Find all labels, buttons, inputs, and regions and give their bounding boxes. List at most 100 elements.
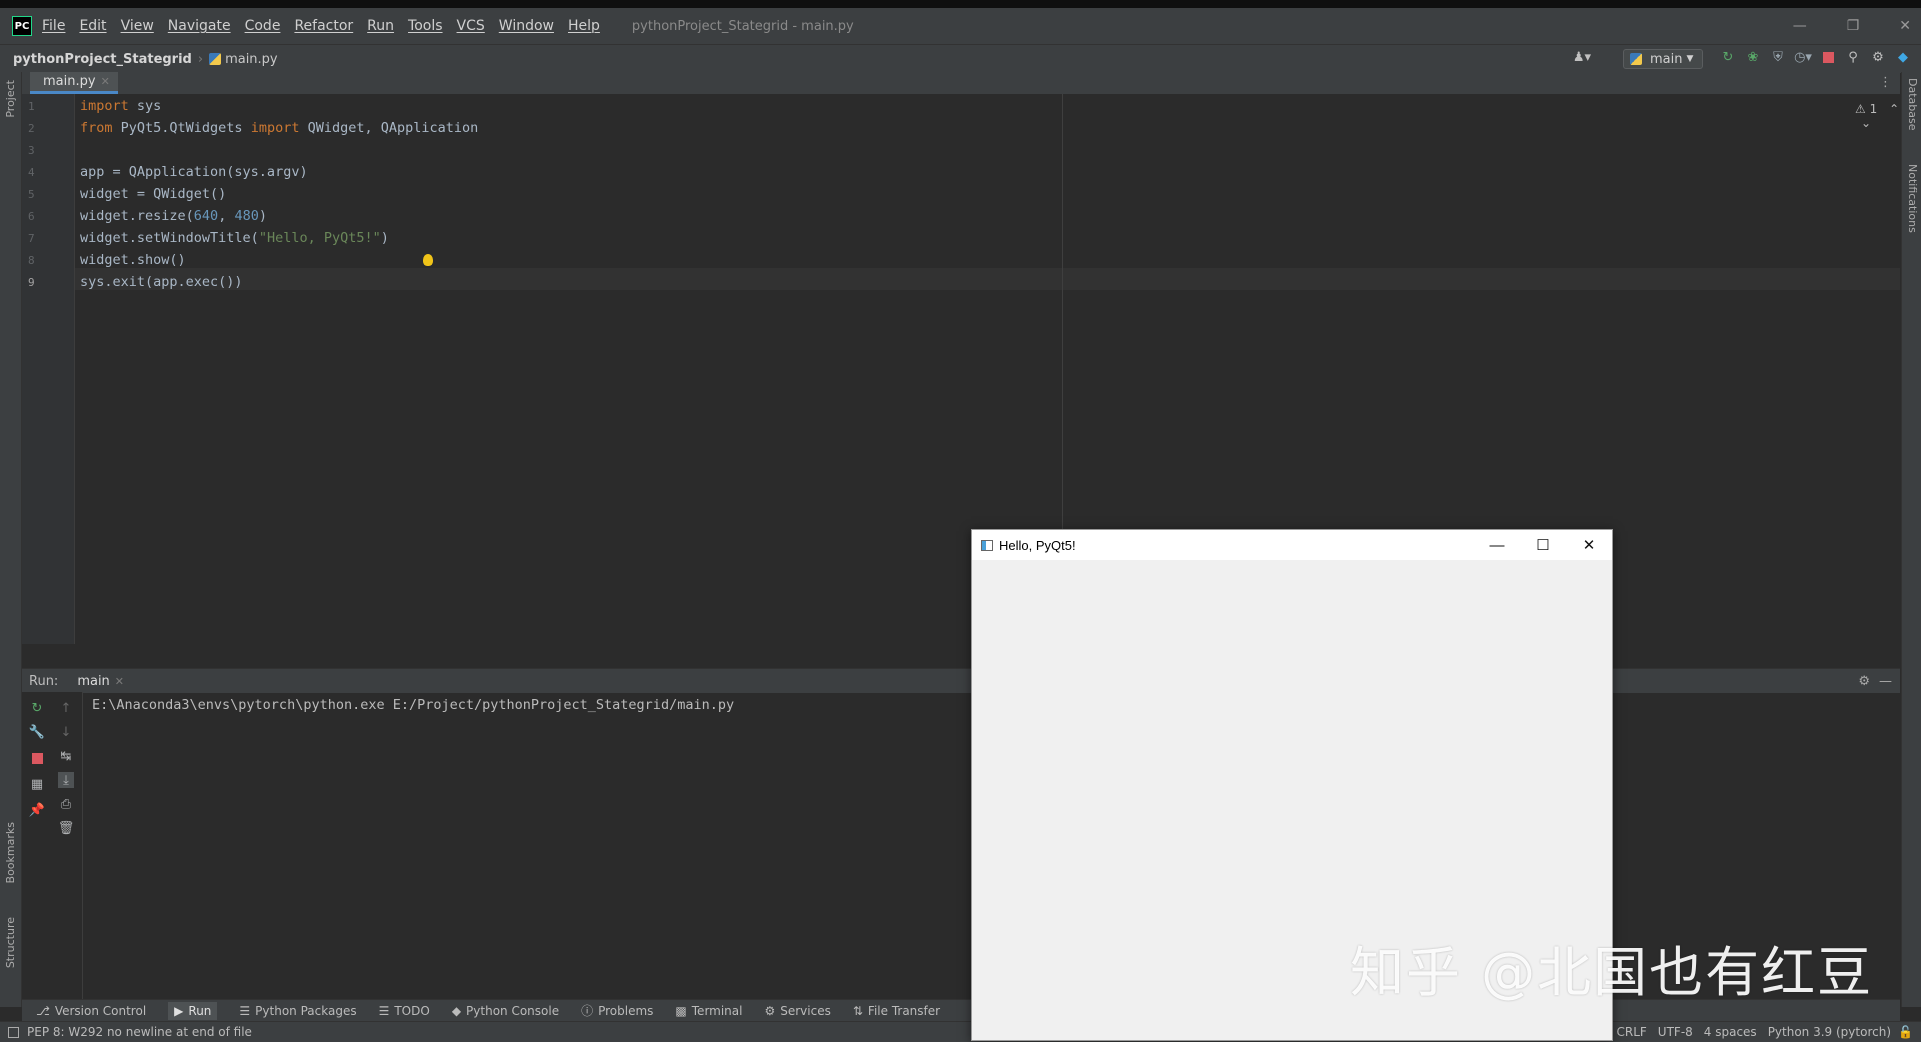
bookmarks-tool-button[interactable]: Bookmarks: [4, 822, 17, 883]
console-output[interactable]: E:\Anaconda3\envs\pytorch\python.exe E:/…: [92, 697, 734, 713]
menu-navigate[interactable]: Navigate: [168, 18, 231, 34]
code-line-8: widget.show(): [80, 252, 186, 268]
breadcrumb-project[interactable]: pythonProject_Stategrid: [13, 52, 192, 67]
tab-label: main.py: [43, 74, 96, 89]
menu-view[interactable]: View: [121, 18, 154, 34]
menu-vcs[interactable]: VCS: [457, 18, 485, 34]
tool-label: Version Control: [55, 1004, 146, 1018]
main-menu: File Edit View Navigate Code Refactor Ru…: [42, 18, 600, 34]
line-number: 7: [28, 232, 52, 245]
menu-refactor[interactable]: Refactor: [294, 18, 353, 34]
play-icon: ▶: [174, 1004, 183, 1018]
menu-tools[interactable]: Tools: [408, 18, 443, 34]
gear-icon[interactable]: ⚙: [1858, 674, 1870, 689]
tool-label: Problems: [598, 1004, 653, 1018]
breadcrumb-file[interactable]: main.py: [225, 52, 278, 67]
python-interpreter[interactable]: Python 3.9 (pytorch): [1768, 1025, 1891, 1039]
tab-main-py[interactable]: main.py ✕: [30, 72, 118, 94]
tool-version-control[interactable]: ⎇Version Control: [36, 1004, 146, 1018]
status-square-icon[interactable]: [8, 1027, 19, 1038]
arrow-down-icon[interactable]: ↓: [58, 724, 74, 740]
structure-tool-button[interactable]: Structure: [4, 917, 17, 968]
tool-label: Python Console: [466, 1004, 559, 1018]
tool-python-console[interactable]: ◆Python Console: [452, 1004, 559, 1018]
notifications-tool-button[interactable]: Notifications: [1906, 164, 1919, 233]
gear-icon[interactable]: ⚙: [1870, 49, 1886, 65]
restore-icon[interactable]: ❐: [1847, 18, 1860, 34]
code-editor[interactable]: 1 2 3 4 5 6 7 8 9 import sys from PyQt5.…: [22, 94, 1900, 644]
run-config-selector[interactable]: main ▼: [1623, 49, 1703, 69]
line-number: 5: [28, 188, 52, 201]
print-icon[interactable]: ⎙: [58, 796, 74, 812]
coverage-icon[interactable]: ⛨: [1770, 49, 1786, 65]
tool-label: Python Packages: [255, 1004, 356, 1018]
scroll-to-end-icon[interactable]: ⤓: [58, 772, 74, 788]
lightbulb-icon[interactable]: [423, 254, 433, 266]
maximize-icon[interactable]: ☐: [1520, 530, 1566, 560]
watermark: 知乎 @北国也有红豆: [1350, 928, 1873, 1007]
more-options-icon[interactable]: ⋮: [1879, 75, 1892, 90]
pyqt-titlebar[interactable]: Hello, PyQt5! — ☐ ✕: [972, 530, 1612, 560]
indent-setting[interactable]: 4 spaces: [1704, 1025, 1757, 1039]
tool-terminal[interactable]: ▩Terminal: [675, 1004, 742, 1018]
window-title: pythonProject_Stategrid - main.py: [632, 19, 854, 34]
pin-icon[interactable]: 📌: [29, 802, 45, 818]
lock-icon[interactable]: 🔓: [1898, 1025, 1913, 1039]
transfer-icon: ⇅: [853, 1004, 863, 1018]
minimize-icon[interactable]: —: [1474, 530, 1520, 560]
menu-code[interactable]: Code: [245, 18, 281, 34]
chevron-up-icon[interactable]: ⌃: [1889, 102, 1899, 116]
menu-file[interactable]: File: [42, 18, 65, 34]
tool-file-transfer[interactable]: ⇅File Transfer: [853, 1004, 940, 1018]
profile-icon[interactable]: ◷▾: [1795, 49, 1811, 65]
rerun-icon[interactable]: ↻: [1720, 49, 1736, 65]
code-text: ,: [218, 208, 234, 224]
tool-label: TODO: [394, 1004, 429, 1018]
user-icon[interactable]: ♟▾: [1573, 50, 1591, 65]
line-separator[interactable]: CRLF: [1616, 1025, 1646, 1039]
tool-problems[interactable]: ⓘProblems: [581, 1002, 653, 1019]
project-tool-button[interactable]: Project: [4, 80, 17, 118]
file-encoding[interactable]: UTF-8: [1658, 1025, 1693, 1039]
layers-icon: ☰: [239, 1004, 250, 1018]
hide-icon[interactable]: —: [1879, 674, 1892, 689]
rerun-icon[interactable]: ↻: [29, 700, 45, 716]
code-line-4: app = QApplication(sys.argv): [80, 164, 308, 180]
menu-window[interactable]: Window: [499, 18, 554, 34]
inspection-widget[interactable]: ⚠ 1 ⌃ ⌄: [1855, 102, 1900, 130]
menu-help[interactable]: Help: [568, 18, 600, 34]
menu-edit[interactable]: Edit: [79, 18, 106, 34]
stop-icon[interactable]: [1820, 49, 1836, 65]
run-tab-main[interactable]: main ✕: [72, 674, 124, 689]
run-toolbar: ↻ 🔧 ▦ 📌 ↑ ↓ ↹ ⤓ ⎙ 🗑: [22, 692, 83, 1007]
keyword: import: [80, 98, 129, 114]
status-widgets: CRLF UTF-8 4 spaces Python 3.9 (pytorch): [1616, 1025, 1891, 1039]
code-line-1: import sys: [80, 98, 161, 114]
debug-icon[interactable]: ❀: [1745, 49, 1761, 65]
jetbrains-toolbox-icon[interactable]: ◆: [1895, 49, 1911, 65]
layout-icon[interactable]: ▦: [29, 776, 45, 792]
tool-services[interactable]: ⚙Services: [764, 1004, 830, 1018]
keyword: import: [251, 120, 300, 136]
close-icon[interactable]: ✕: [1899, 18, 1911, 34]
soft-wrap-icon[interactable]: ↹: [58, 748, 74, 764]
close-tab-icon[interactable]: ✕: [115, 675, 124, 688]
list-icon: ☰: [379, 1004, 390, 1018]
trash-icon[interactable]: 🗑: [58, 820, 74, 836]
status-message[interactable]: PEP 8: W292 no newline at end of file: [27, 1025, 252, 1039]
chevron-down-icon[interactable]: ⌄: [1861, 116, 1871, 130]
close-icon[interactable]: ✕: [1566, 530, 1612, 560]
search-icon[interactable]: ⚲: [1845, 49, 1861, 65]
top-edge: [0, 0, 1921, 8]
tool-python-packages[interactable]: ☰ Python Packages: [239, 1004, 356, 1018]
menu-run[interactable]: Run: [367, 18, 394, 34]
number-literal: 480: [234, 208, 258, 224]
tool-todo[interactable]: ☰ TODO: [379, 1004, 430, 1018]
arrow-up-icon[interactable]: ↑: [58, 700, 74, 716]
minimize-icon[interactable]: —: [1793, 18, 1807, 34]
database-tool-button[interactable]: Database: [1906, 78, 1919, 131]
wrench-icon[interactable]: 🔧: [29, 724, 45, 740]
stop-icon[interactable]: [29, 750, 45, 766]
close-tab-icon[interactable]: ✕: [101, 75, 110, 88]
tool-run[interactable]: ▶Run: [168, 1002, 217, 1020]
